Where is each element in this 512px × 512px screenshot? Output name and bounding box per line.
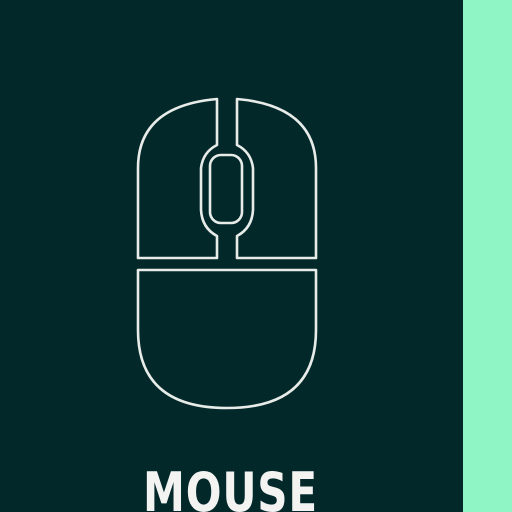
page: MOUSE [0,0,512,512]
device-card[interactable]: MOUSE [0,0,463,512]
device-label: MOUSE [143,461,318,512]
accent-strip [463,0,512,512]
mouse-icon [136,97,318,410]
